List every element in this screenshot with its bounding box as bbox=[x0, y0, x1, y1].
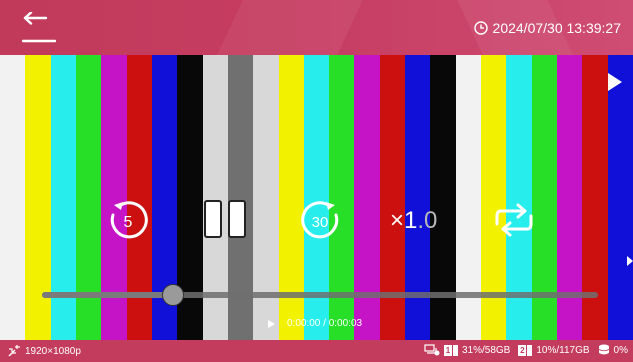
speed-value: ×1 bbox=[390, 207, 418, 234]
network-drive-icon bbox=[424, 344, 440, 356]
time-text: 0:00:00 / 0:00:03 bbox=[287, 318, 363, 329]
drive-1-icon: 1 bbox=[443, 344, 458, 356]
back-icon[interactable] bbox=[22, 12, 56, 44]
forward-30-button[interactable]: 30 bbox=[297, 198, 343, 242]
storage-status: 1 31%/58GB 2 10%/117GB 0% bbox=[424, 344, 628, 356]
side-panel-arrow-icon[interactable] bbox=[627, 256, 633, 266]
status-bar: 1920×1080p 1 31%/58GB 2 10%/117GB 0% bbox=[0, 340, 633, 362]
rewind-5-button[interactable]: 5 bbox=[106, 198, 150, 242]
resolution-info: 1920×1080p bbox=[8, 345, 81, 357]
datetime-display: 2024/07/30 13:39:27 bbox=[473, 20, 621, 36]
loop-button[interactable] bbox=[493, 200, 535, 240]
header-decoration bbox=[217, 0, 363, 55]
rewind-seconds-label: 5 bbox=[124, 214, 133, 231]
drive-1-usage: 31%/58GB bbox=[461, 344, 511, 356]
drive-1-badge: 1 bbox=[443, 344, 452, 356]
datetime-text: 2024/07/30 13:39:27 bbox=[492, 20, 621, 36]
extra-usage: 0% bbox=[613, 344, 628, 356]
forward-seconds-label: 30 bbox=[312, 214, 329, 231]
seek-thumb[interactable] bbox=[161, 284, 184, 306]
speed-decimal: .0 bbox=[417, 207, 438, 234]
next-file-icon[interactable] bbox=[607, 72, 623, 92]
playback-speed-button[interactable]: ×1.0 bbox=[390, 206, 437, 236]
color-bar bbox=[0, 55, 25, 340]
database-icon bbox=[598, 344, 609, 355]
seek-progress bbox=[42, 292, 173, 298]
resolution-text: 1920×1080p bbox=[25, 345, 81, 357]
playback-time: 0:00:00 / 0:00:03 bbox=[268, 318, 362, 329]
seek-bar[interactable] bbox=[42, 284, 598, 306]
clock-icon bbox=[473, 21, 488, 35]
drive-2-badge: 2 bbox=[518, 344, 527, 356]
header-bar: 2024/07/30 13:39:27 bbox=[0, 0, 633, 55]
pause-button[interactable] bbox=[203, 199, 247, 239]
color-bar bbox=[608, 55, 633, 340]
drive-2-usage: 10%/117GB bbox=[536, 344, 590, 356]
drive-2-icon: 2 bbox=[518, 344, 533, 356]
player-screen: 2024/07/30 13:39:27 5 30 ×1.0 0:00:00 / … bbox=[0, 0, 633, 362]
play-state-icon bbox=[268, 319, 275, 328]
input-signal-icon bbox=[8, 345, 20, 357]
